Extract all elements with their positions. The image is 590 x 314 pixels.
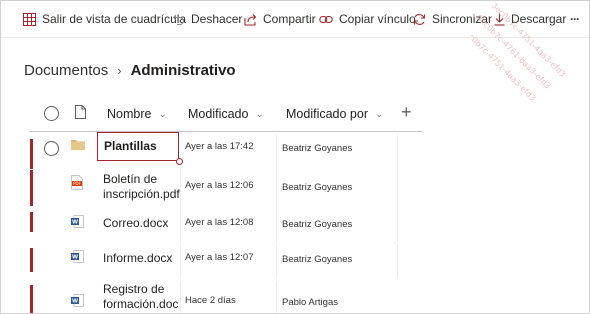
cell-divider	[276, 168, 277, 208]
column-header-modified-by[interactable]: Modificado por ⌄	[286, 97, 383, 131]
breadcrumb: Documentos › Administrativo	[24, 62, 236, 79]
row-accent-bar	[30, 285, 33, 313]
row-modified: Ayer a las 12:08	[185, 217, 254, 228]
cell-divider	[276, 281, 277, 313]
list-item[interactable]: PDF Boletín de inscripción.pdf Ayer a la…	[1, 164, 421, 212]
chevron-down-icon: ⌄	[255, 108, 264, 120]
row-name[interactable]: Plantillas	[104, 139, 157, 154]
column-header-name-label: Nombre	[107, 107, 152, 121]
share-button[interactable]: Compartir	[244, 9, 316, 29]
svg-text:PDF: PDF	[73, 181, 81, 186]
command-bar: Salir de vista de cuadrícula Deshacer Co…	[1, 1, 589, 37]
cell-divider	[397, 168, 398, 208]
row-modified: Hace 2 días	[185, 295, 236, 306]
word-icon: W	[71, 250, 84, 263]
exit-grid-view-button[interactable]: Salir de vista de cuadrícula	[23, 9, 186, 29]
column-header-modified[interactable]: Modificado ⌄	[188, 97, 264, 131]
cell-divider	[180, 208, 181, 242]
cell-divider	[180, 244, 181, 278]
grid-icon	[23, 12, 36, 26]
row-accent-bar	[30, 248, 33, 272]
row-modified: Ayer a las 17:42	[185, 141, 254, 152]
share-label: Compartir	[263, 12, 316, 26]
row-accent-bar	[30, 212, 33, 232]
download-button[interactable]: Descargar	[494, 9, 566, 29]
download-label: Descargar	[511, 12, 567, 26]
row-modified: Ayer a las 12:07	[185, 252, 254, 263]
chevron-down-icon: ⌄	[375, 108, 384, 120]
breadcrumb-documentos[interactable]: Documentos	[24, 62, 108, 79]
row-modified: Ayer a las 12:06	[185, 180, 254, 191]
row-name[interactable]: Registro de formación.doc	[103, 282, 178, 312]
row-modified-by: Beatriz Goyanes	[282, 219, 353, 230]
column-header-name[interactable]: Nombre ⌄	[107, 97, 167, 131]
word-icon: W	[71, 215, 84, 228]
column-header-modified-by-label: Modificado por	[286, 107, 368, 121]
cell-divider	[180, 281, 181, 313]
svg-text:W: W	[72, 220, 78, 226]
row-modified-by: Beatriz Goyanes	[282, 143, 353, 154]
row-name[interactable]: Informe.docx	[103, 251, 172, 266]
sync-icon	[413, 13, 426, 25]
exit-grid-view-label: Salir de vista de cuadrícula	[42, 12, 187, 26]
list-item[interactable]: W Registro de formación.doc Hace 2 días …	[1, 277, 421, 313]
undo-icon	[172, 14, 185, 25]
breadcrumb-current: Administrativo	[130, 62, 236, 79]
breadcrumb-separator: ›	[117, 63, 122, 78]
word-icon: W	[71, 294, 84, 307]
download-icon	[494, 13, 505, 26]
row-modified-by: Pablo Artigas	[282, 297, 338, 308]
pdf-icon: PDF	[71, 175, 83, 190]
cell-divider	[276, 244, 277, 278]
add-column-button[interactable]: +	[401, 102, 412, 123]
folder-icon	[71, 140, 85, 150]
row-modified-by: Beatriz Goyanes	[282, 254, 353, 265]
row-select-radio[interactable]	[44, 141, 59, 156]
undo-button[interactable]: Deshacer	[172, 9, 242, 29]
file-type-header-icon[interactable]	[75, 105, 86, 119]
sync-label: Sincronizar	[432, 12, 493, 26]
more-options-button[interactable]: ···	[570, 9, 580, 29]
chevron-down-icon: ⌄	[158, 108, 167, 120]
share-icon	[244, 13, 257, 26]
cell-divider	[276, 208, 277, 242]
document-library-window: Salir de vista de cuadrícula Deshacer Co…	[0, 0, 590, 314]
cell-divider	[397, 244, 398, 278]
sync-button[interactable]: Sincronizar	[413, 9, 492, 29]
more-options-label: ···	[570, 12, 580, 26]
row-accent-bar	[30, 170, 33, 206]
svg-text:W: W	[72, 299, 78, 305]
cell-divider	[180, 168, 181, 208]
column-header-modified-label: Modificado	[188, 107, 249, 121]
command-bar-divider	[1, 37, 589, 38]
link-icon	[319, 15, 333, 23]
undo-label: Deshacer	[191, 12, 243, 26]
copy-link-label: Copiar vínculo	[339, 12, 416, 26]
select-all-radio[interactable]	[44, 106, 59, 121]
row-name[interactable]: Correo.docx	[103, 216, 168, 231]
cell-divider	[397, 208, 398, 242]
row-modified-by: Beatriz Goyanes	[282, 182, 353, 193]
row-name[interactable]: Boletín de inscripción.pdf	[103, 172, 180, 202]
svg-text:W: W	[72, 255, 78, 261]
copy-link-button[interactable]: Copiar vínculo	[319, 9, 416, 29]
